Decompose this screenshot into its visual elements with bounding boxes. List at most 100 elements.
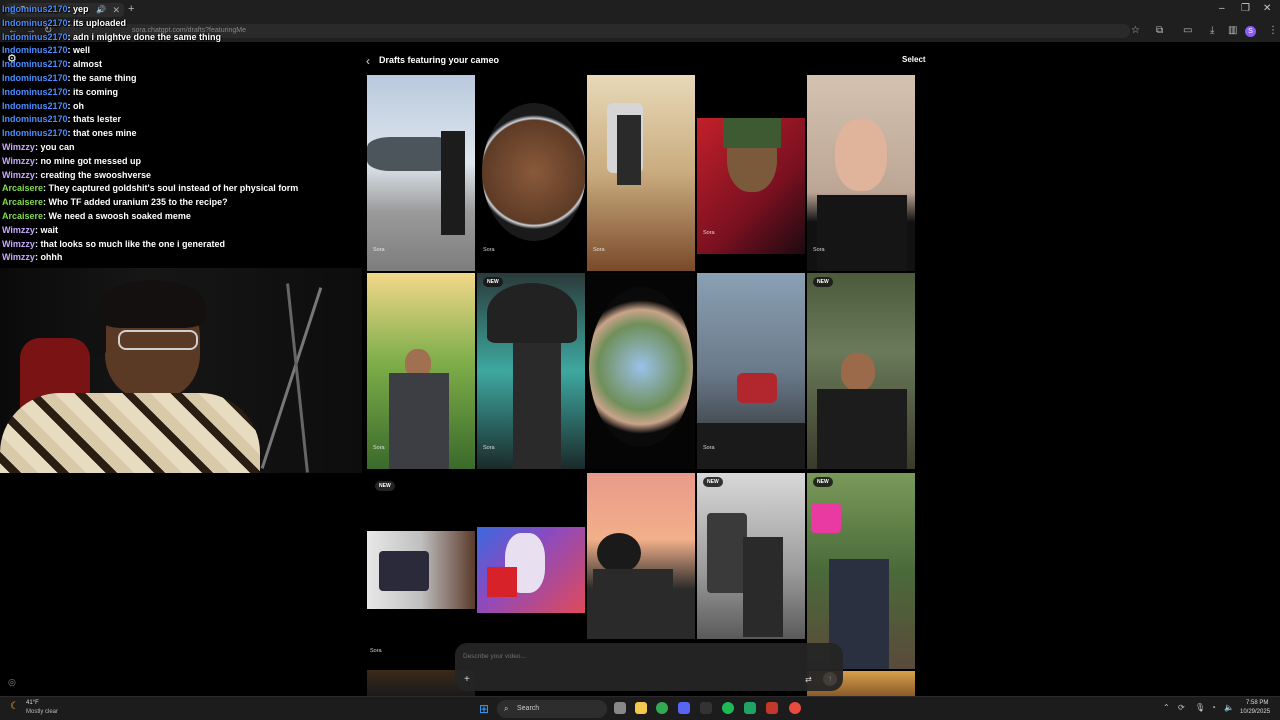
prompt-input[interactable] — [463, 651, 763, 661]
chat-username[interactable]: Wimzzy — [2, 170, 35, 180]
sidebar-icon[interactable]: ▭ — [1183, 25, 1192, 36]
chat-message: Indominus2170: well — [2, 44, 362, 58]
chat-text: that ones mine — [73, 128, 137, 139]
draft-tile-portrait[interactable]: Sora — [807, 75, 915, 271]
gear-icon[interactable]: ⚙ — [7, 52, 17, 65]
sora-watermark: Sora — [703, 230, 715, 236]
chat-message: Wimzzy: creating the swooshverse — [2, 169, 362, 183]
tile-figure — [441, 131, 465, 235]
windows-start-icon[interactable]: ⊞ — [479, 702, 489, 716]
tile-figure — [817, 389, 907, 469]
wifi-icon[interactable]: ◔ — [1211, 703, 1216, 712]
tile-figure — [487, 567, 517, 597]
draft-tile-anime-boxing[interactable] — [477, 527, 585, 613]
chat-username[interactable]: Indominus2170 — [2, 73, 68, 83]
draft-tile-forest-stream[interactable]: Sora — [367, 273, 475, 469]
chat-message: Indominus2170: yep — [2, 3, 362, 17]
tile-scene — [487, 283, 577, 343]
minimize-icon[interactable]: – — [1219, 3, 1225, 14]
tile-figure — [389, 373, 449, 469]
chevron-up-icon[interactable]: ⌃ — [1163, 703, 1170, 712]
draft-tile-umbrella-storm[interactable]: NEW Sora — [477, 273, 585, 469]
sora-watermark: Sora — [373, 247, 385, 253]
chat-username[interactable]: Wimzzy — [2, 239, 35, 249]
tile-figure — [513, 343, 561, 469]
chat-text: wait — [40, 224, 58, 235]
recording-icon[interactable] — [789, 702, 801, 714]
file-explorer-icon[interactable] — [635, 702, 647, 714]
draft-tile-cat-forest[interactable]: NEW — [807, 273, 915, 469]
sora-watermark: Sora — [813, 247, 825, 253]
microphone-icon[interactable]: 🎙 — [1195, 703, 1205, 712]
webcam-headset — [90, 308, 106, 358]
send-button[interactable]: ↑ — [823, 672, 837, 686]
bookmark-star-icon[interactable]: ☆ — [1131, 25, 1140, 36]
chat-text: that looks so much like the one i genera… — [40, 238, 225, 249]
sora-watermark: Sora — [593, 247, 605, 253]
draft-tile-stairs[interactable]: Sora — [587, 75, 695, 271]
chat-text: oh — [73, 100, 85, 111]
chat-username[interactable]: Arcaisere — [2, 197, 43, 207]
chat-username[interactable]: Wimzzy — [2, 252, 35, 262]
restore-icon[interactable]: ❐ — [1241, 3, 1250, 14]
chat-username[interactable]: Indominus2170 — [2, 128, 68, 138]
chat-username[interactable]: Indominus2170 — [2, 18, 68, 28]
tile-figure — [593, 569, 673, 639]
chat-text: adn i mightve done the same thing — [73, 31, 222, 42]
chat-username[interactable]: Indominus2170 — [2, 101, 68, 111]
discord-icon[interactable] — [678, 702, 690, 714]
chat-text: you can — [40, 141, 75, 152]
menu-icon[interactable]: ⋮ — [1268, 25, 1278, 36]
draft-tile-fisheye-face[interactable]: Sora — [477, 75, 585, 271]
chat-username[interactable]: Indominus2170 — [2, 114, 68, 124]
task-view-icon[interactable] — [614, 702, 626, 714]
network-icon[interactable]: ⟳ — [1178, 703, 1185, 712]
chat-message: Indominus2170: almost — [2, 58, 362, 72]
chat-username[interactable]: Wimzzy — [2, 156, 35, 166]
profile-avatar[interactable]: S — [1245, 26, 1256, 37]
chat-username[interactable]: Indominus2170 — [2, 32, 68, 42]
draft-tile-traffic[interactable]: Sora — [697, 273, 805, 469]
chat-message: Wimzzy: wait — [2, 224, 362, 238]
chat-username[interactable]: Wimzzy — [2, 142, 35, 152]
chrome-icon[interactable] — [656, 702, 668, 714]
chevron-left-icon[interactable]: ‹ — [366, 54, 370, 68]
windows-taskbar: ☾ 41°F Mostly clear ⊞ ⌕ Search ⌃ ⟳ 🎙 ◔ 🔈… — [0, 696, 1280, 720]
draft-tile-gym[interactable]: NEW — [697, 473, 805, 639]
excel-icon[interactable] — [744, 702, 756, 714]
download-icon[interactable]: ⤓ — [1210, 25, 1214, 36]
spotify-icon[interactable] — [722, 702, 734, 714]
weather-icon[interactable]: ☾ — [10, 701, 19, 712]
draft-tile-cartoon-soldier[interactable]: Sora — [697, 118, 805, 254]
chat-message: Wimzzy: ohhh — [2, 251, 362, 265]
obs-icon[interactable] — [766, 702, 778, 714]
chat-username[interactable]: Arcaisere — [2, 211, 43, 221]
chat-message: Wimzzy: that looks so much like the one … — [2, 238, 362, 252]
chat-message: Indominus2170: that ones mine — [2, 127, 362, 141]
draft-tile-jet[interactable]: Sora — [367, 75, 475, 271]
search-icon: ⌕ — [504, 704, 509, 713]
chat-username[interactable]: Indominus2170 — [2, 4, 68, 14]
window-close-icon[interactable]: ✕ — [1263, 3, 1271, 14]
webcam-feed — [0, 268, 362, 473]
app-icon[interactable] — [700, 702, 712, 714]
draft-tile-sunset[interactable] — [587, 473, 695, 639]
draft-tile-hallway[interactable] — [367, 531, 475, 609]
chat-username[interactable]: Arcaisere — [2, 183, 43, 193]
split-icon[interactable]: ▥ — [1228, 25, 1237, 36]
sora-watermark: Sora — [370, 648, 382, 654]
draft-tile-doorbell-cam[interactable] — [587, 273, 695, 469]
taskbar-search[interactable]: ⌕ Search — [497, 700, 607, 718]
captions-icon[interactable]: ◎ — [8, 677, 16, 688]
chat-message: Indominus2170: oh — [2, 100, 362, 114]
select-button[interactable]: Select — [902, 55, 926, 64]
extensions-icon[interactable]: ⧉ — [1156, 25, 1163, 36]
settings-sliders-icon[interactable]: ⇄ — [805, 675, 812, 684]
draft-tile-floating-notes[interactable]: NEW — [807, 473, 915, 669]
tile-scene — [597, 533, 641, 573]
chat-username[interactable]: Wimzzy — [2, 225, 35, 235]
new-badge: NEW — [813, 277, 833, 287]
add-icon[interactable]: + — [464, 674, 470, 685]
volume-icon[interactable]: 🔈 — [1224, 703, 1234, 712]
chat-username[interactable]: Indominus2170 — [2, 87, 68, 97]
